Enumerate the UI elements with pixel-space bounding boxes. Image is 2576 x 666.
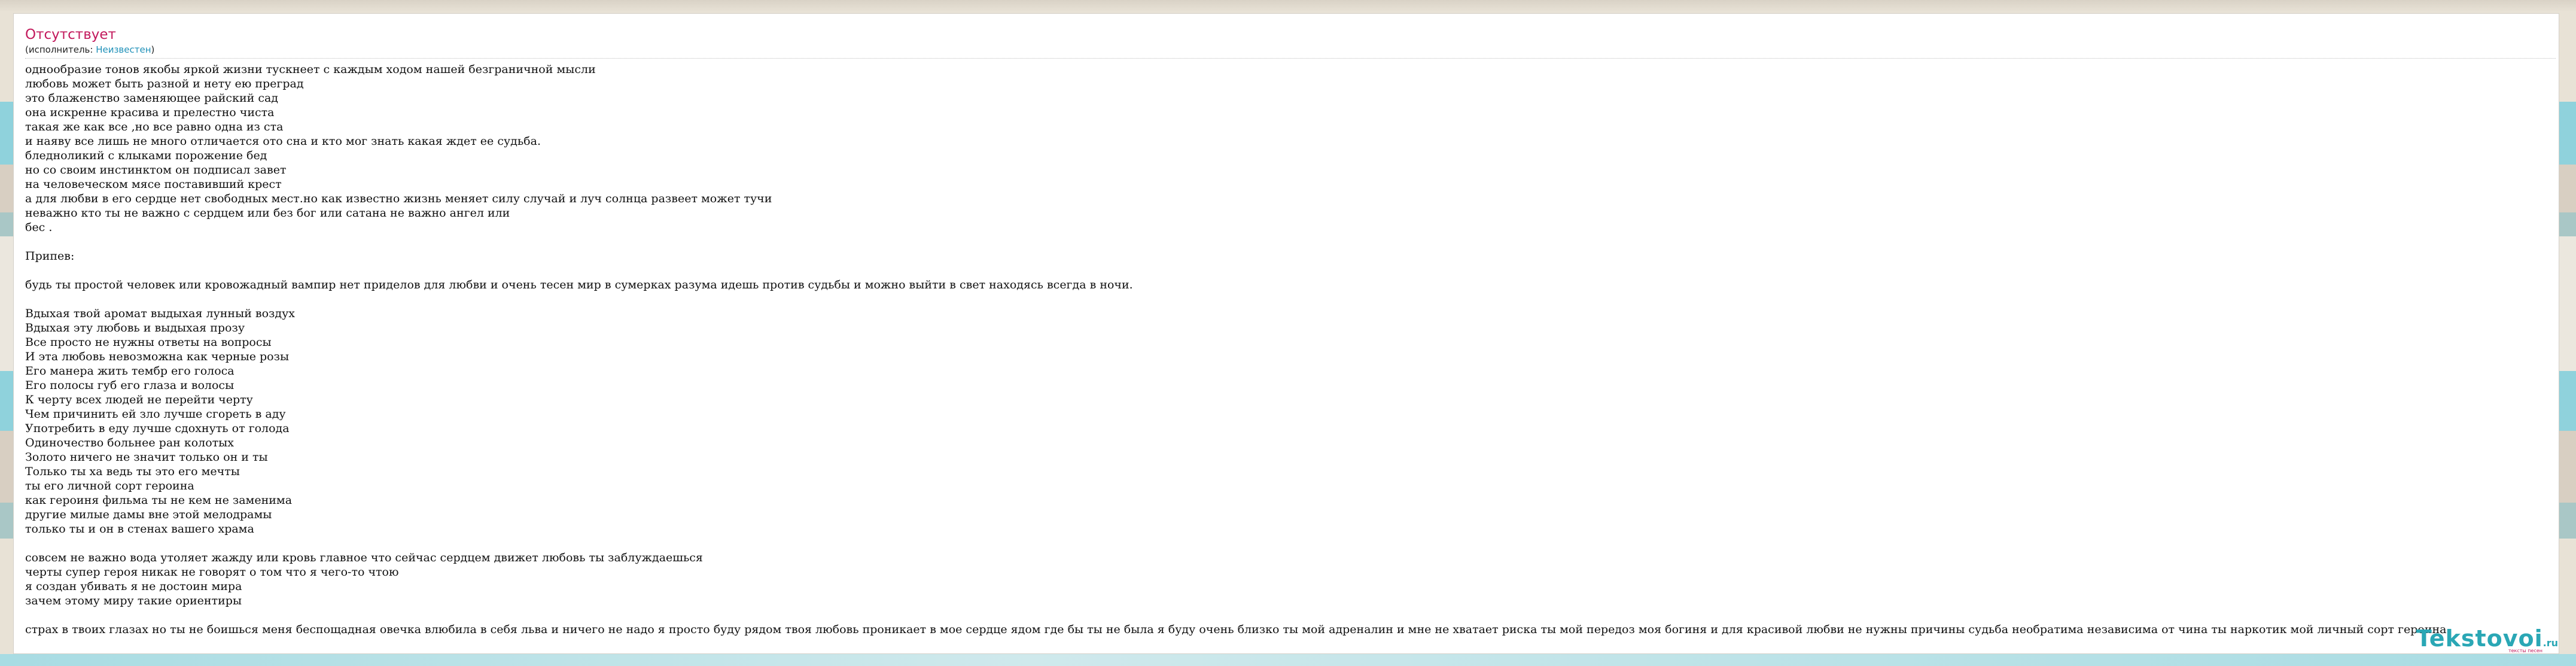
lyric-line: бес . [25,221,53,234]
lyric-line: такая же как все ,но все равно одна из с… [25,120,284,133]
page-content: Отсутствует (исполнитель: Неизвестен) од… [25,26,2556,637]
lyric-line: Вдыхая эту любовь и выдыхая прозу [25,321,245,334]
bottom-background-band [0,654,2576,666]
lyric-line: я создан убивать я не достоин мира [25,580,242,593]
lyric-line: Вдыхая твой аромат выдыхая лунный воздух [25,307,295,320]
lyric-line: страх в твоих глазах но ты не боишься ме… [25,623,2450,636]
lyric-line: а для любви в его сердце нет свободных м… [25,192,772,205]
lyric-line: Чем причинить ей зло лучше сгореть в аду [25,407,286,421]
song-title: Отсутствует [25,27,116,42]
lyric-line [25,608,2553,622]
lyrics-page: Отсутствует (исполнитель: Неизвестен) од… [13,13,2559,654]
top-background-band [0,0,2576,12]
lyric-line [25,263,2553,278]
performer-suffix: ) [151,44,155,55]
lyric-line: однообразие тонов якобы яркой жизни туск… [25,63,596,76]
lyric-line: черты супер героя никак не говорят о том… [25,565,399,579]
lyric-line: Только ты ха ведь ты это его мечты [25,465,240,478]
lyric-line: К черту всех людей не перейти черту [25,393,253,406]
lyric-line: бледноликий с клыками порожение бед [25,149,267,162]
lyric-line: Золото ничего не значит только он и ты [25,451,268,464]
lyric-line: Припев: [25,250,75,263]
logo-tld: .ru [2542,637,2558,649]
lyric-line: И эта любовь невозможна как черные розы [25,350,290,363]
lyric-line: неважно кто ты не важно с сердцем или бе… [25,206,510,220]
lyric-line: Употребить в еду лучше сдохнуть от голод… [25,422,290,435]
lyric-line: будь ты простой человек или кровожадный … [25,278,1133,291]
performer-prefix: (исполнитель: [25,44,96,55]
lyrics-text: однообразие тонов якобы яркой жизни туск… [25,62,2553,637]
performer-link[interactable]: Неизвестен [96,44,151,55]
lyric-line: на человеческом мясе поставивший крест [25,178,282,191]
logo-tagline: тексты песен [2508,648,2542,653]
lyric-line: она искренне красива и прелестно чиста [25,106,275,119]
lyric-line: любовь может быть разной и нету ею прегр… [25,77,304,90]
lyric-line: и наяву все лишь не много отличается ото… [25,135,541,148]
lyric-line: ты его личной сорт героина [25,479,194,492]
lyric-line [25,235,2553,249]
lyric-line: Одиночество больнее ран колотых [25,436,235,449]
lyric-line: это блаженство заменяющее райский сад [25,92,278,105]
lyric-line: но со своим инстинктом он подписал завет [25,163,287,177]
lyric-line: совсем не важно вода утоляет жажду или к… [25,551,703,564]
lyric-line: Его полосы губ его глаза и волосы [25,379,235,392]
performer-line: (исполнитель: Неизвестен) [25,44,2553,56]
lyric-line: Его манера жить тембр его голоса [25,364,235,378]
lyric-line: Все просто не нужны ответы на вопросы [25,336,272,349]
site-logo[interactable]: Tekstovoi.ru тексты песен [2416,625,2558,653]
lyric-line: как героиня фильма ты не кем не заменима [25,494,293,507]
lyric-line: другие милые дамы вне этой мелодрамы [25,508,272,521]
lyric-line: только ты и он в стенах вашего храма [25,522,254,536]
lyric-line [25,292,2553,306]
title-divider [25,58,2556,59]
lyric-line: зачем этому миру такие ориентиры [25,594,242,607]
lyric-line [25,536,2553,551]
